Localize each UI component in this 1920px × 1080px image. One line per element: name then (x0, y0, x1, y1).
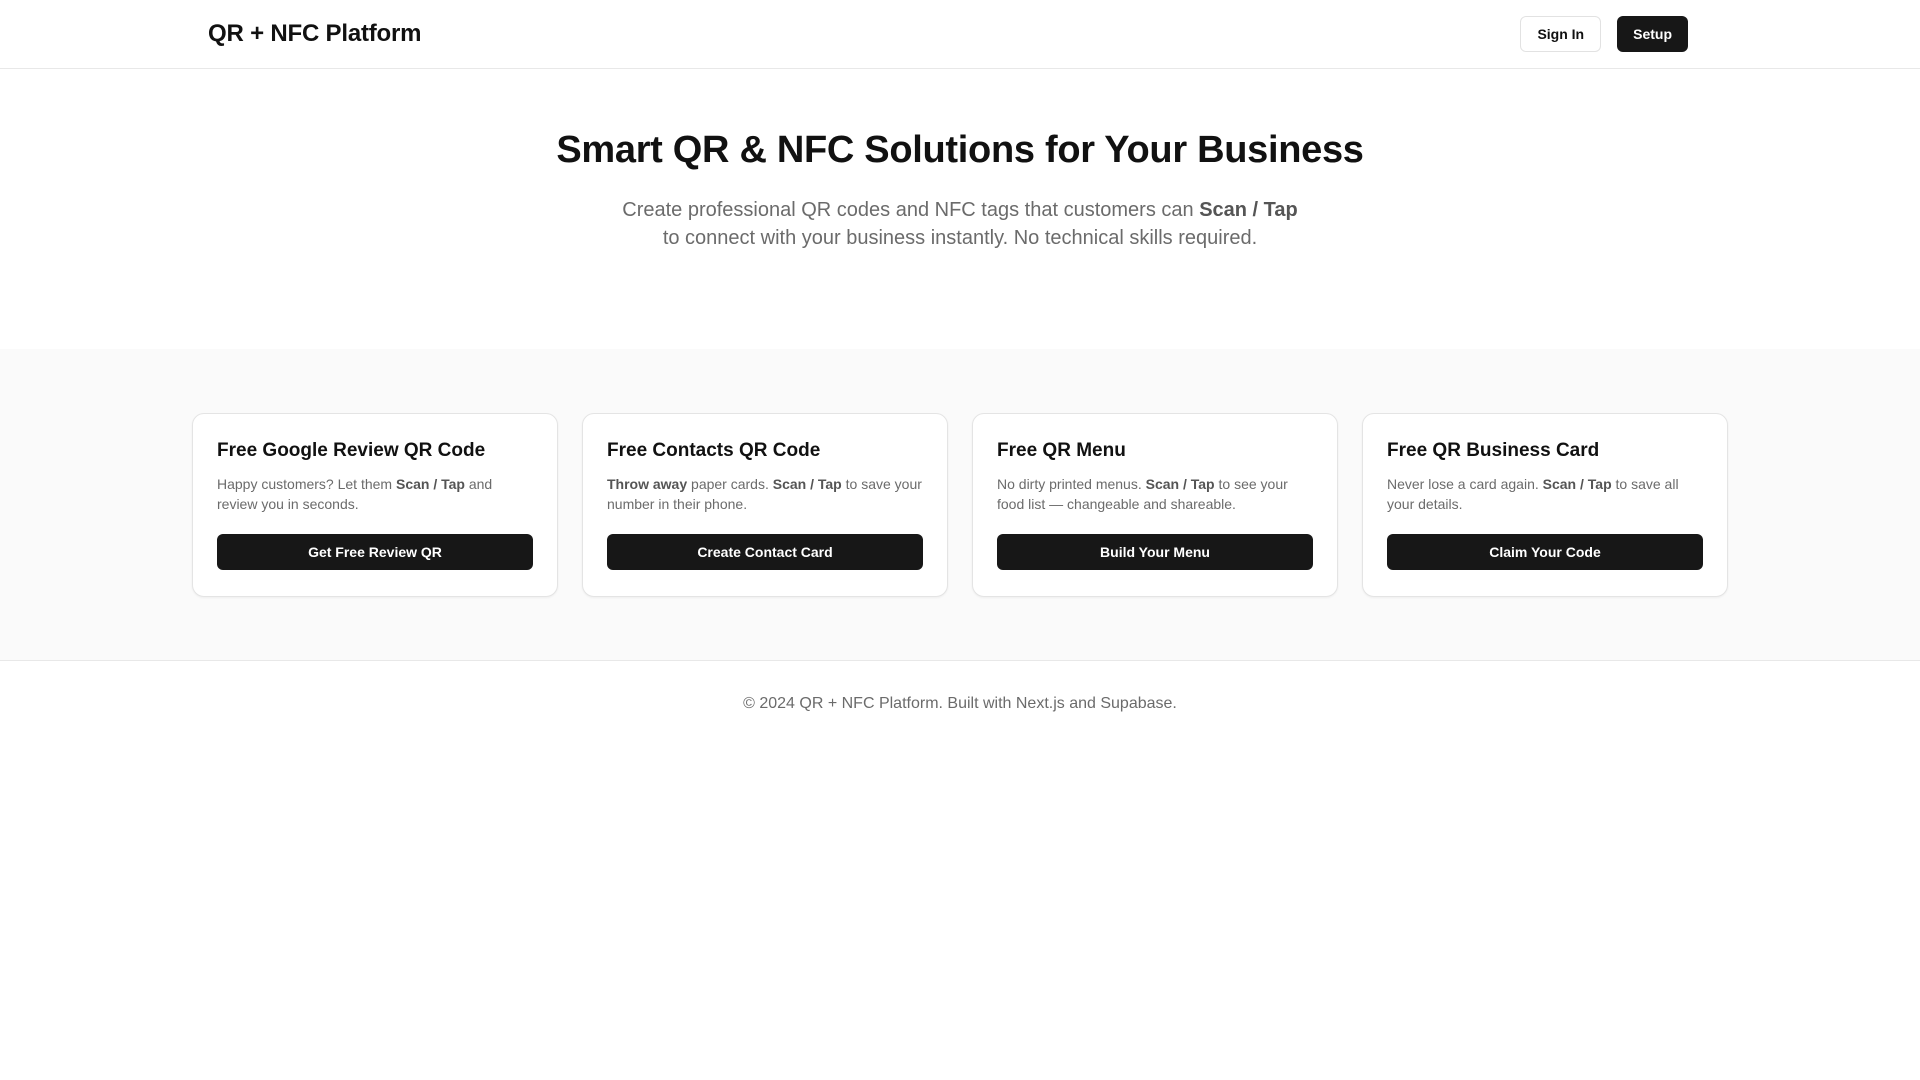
card-title: Free QR Menu (997, 440, 1126, 461)
hero-section: Smart QR & NFC Solutions for Your Busine… (0, 69, 1920, 349)
header-actions: Sign In Setup (1520, 16, 1688, 52)
hero-subtitle-bold: Scan / Tap (1199, 199, 1298, 221)
features-section: Free Google Review QR Code Happy custome… (0, 349, 1920, 661)
card-description: No dirty printed menus. Scan / Tap to se… (997, 474, 1313, 518)
card-desc-bold: Scan / Tap (395, 476, 465, 492)
hero-subtitle: Create professional QR codes and NFC tag… (620, 196, 1300, 252)
card-business-card: Free QR Business Card Never lose a card … (1362, 413, 1728, 597)
card-desc-bold: Throw away (607, 476, 688, 492)
site-header: QR + NFC Platform Sign In Setup (0, 0, 1920, 69)
card-title: Free QR Business Card (1387, 440, 1600, 461)
footer-copyright: © 2024 QR + NFC Platform. Built with Nex… (743, 695, 1177, 712)
card-desc-bold: Scan / Tap (772, 476, 842, 492)
create-contact-card-button[interactable]: Create Contact Card (607, 534, 923, 570)
sign-in-button[interactable]: Sign In (1520, 16, 1602, 52)
card-desc-text: No dirty printed menus. (997, 476, 1146, 492)
card-desc-text: Never lose a card again. (1387, 476, 1543, 492)
card-description: Never lose a card again. Scan / Tap to s… (1387, 474, 1703, 518)
hero-title: Smart QR & NFC Solutions for Your Busine… (556, 129, 1364, 171)
brand-logo-text[interactable]: QR + NFC Platform (208, 20, 421, 48)
hero-subtitle-pre: Create professional QR codes and NFC tag… (622, 199, 1200, 221)
get-free-review-qr-button[interactable]: Get Free Review QR (217, 534, 533, 570)
card-description: Throw away paper cards. Scan / Tap to sa… (607, 474, 923, 518)
hero-subtitle-post: to connect with your business instantly.… (662, 227, 1258, 249)
site-footer: © 2024 QR + NFC Platform. Built with Nex… (0, 661, 1920, 713)
card-desc-text: paper cards. (687, 476, 773, 492)
claim-your-code-button[interactable]: Claim Your Code (1387, 534, 1703, 570)
card-qr-menu: Free QR Menu No dirty printed menus. Sca… (972, 413, 1338, 597)
card-desc-bold: Scan / Tap (1145, 476, 1215, 492)
card-google-review: Free Google Review QR Code Happy custome… (192, 413, 558, 597)
card-title: Free Google Review QR Code (217, 440, 486, 461)
card-desc-bold: Scan / Tap (1542, 476, 1612, 492)
card-desc-text: Happy customers? Let them (217, 476, 396, 492)
card-description: Happy customers? Let them Scan / Tap and… (217, 474, 533, 518)
card-contacts: Free Contacts QR Code Throw away paper c… (582, 413, 948, 597)
build-your-menu-button[interactable]: Build Your Menu (997, 534, 1313, 570)
setup-button[interactable]: Setup (1617, 16, 1688, 52)
card-title: Free Contacts QR Code (607, 440, 821, 461)
